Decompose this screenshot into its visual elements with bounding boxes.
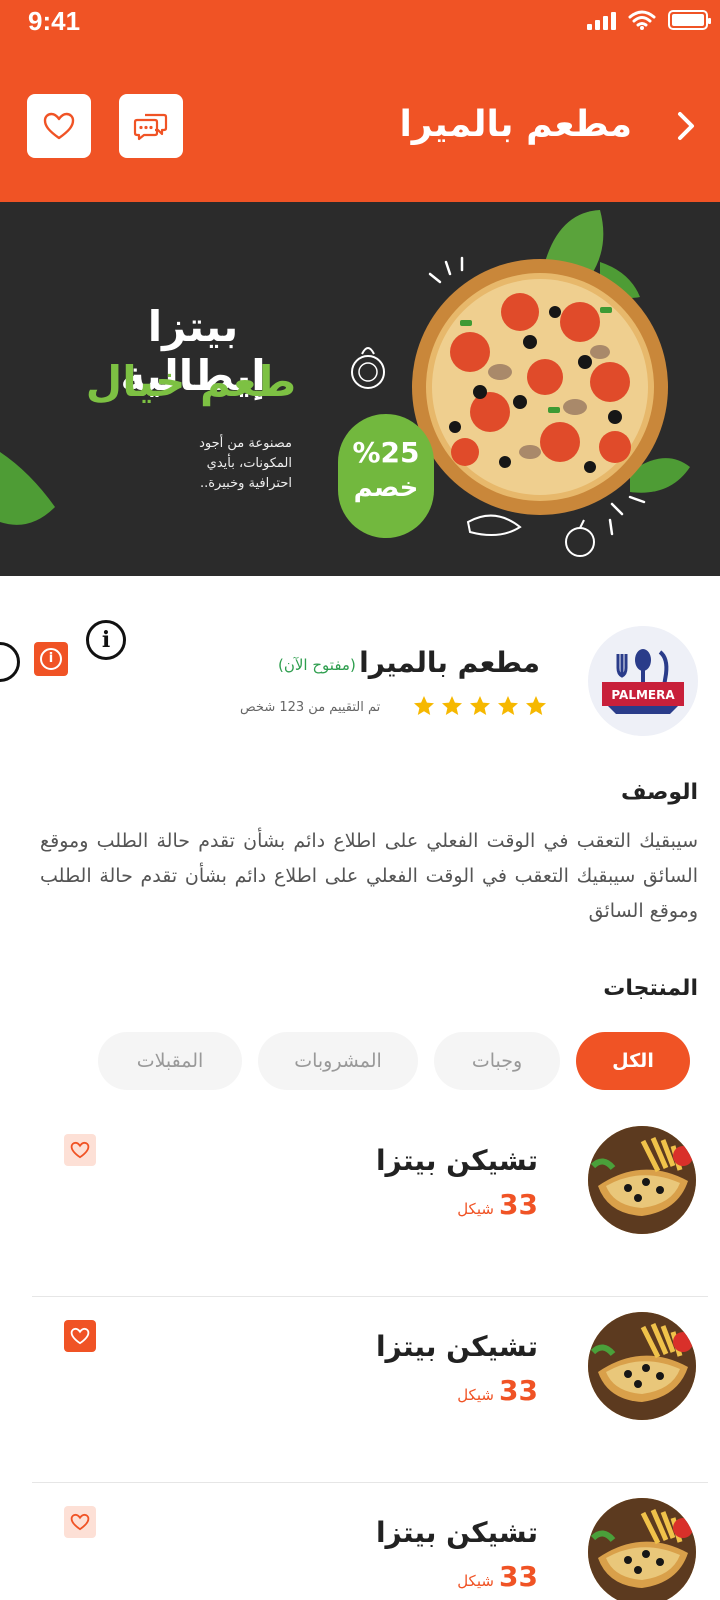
product-price: 33 شيكل [457, 1188, 538, 1221]
product-item[interactable]: تشيكن بيتزا 33 شيكل [32, 1298, 708, 1483]
logo-text: PALMERA [611, 688, 675, 702]
product-item[interactable]: تشيكن بيتزا 33 شيكل [32, 1484, 708, 1600]
product-price: 33 شيكل [457, 1374, 538, 1407]
discount-badge: %25 خصم [338, 414, 434, 538]
discount-percent: %25 [352, 436, 420, 469]
favorite-toggle[interactable] [64, 1134, 96, 1166]
heart-icon [70, 1513, 90, 1531]
price-amount: 33 [499, 1374, 538, 1407]
product-image [588, 1126, 696, 1234]
favorite-toggle[interactable] [64, 1506, 96, 1538]
heart-icon [43, 112, 75, 140]
restaurant-logo: PALMERA [588, 626, 698, 736]
back-chevron-icon[interactable] [672, 108, 700, 144]
promo-banner[interactable]: بيتزا إيطالية طعم خيال مصنوعة من أجود ال… [0, 202, 720, 576]
product-name: تشيكن بيتزا [375, 1144, 538, 1177]
info-button[interactable]: i [34, 642, 68, 676]
banner-subtitle: مصنوعة من أجود المكونات، بأيدي احترافية … [199, 436, 292, 491]
divider [32, 1482, 708, 1483]
chat-button[interactable] [119, 94, 183, 158]
page-title: مطعم بالميرا [399, 104, 632, 145]
status-time: 9:41 [28, 6, 81, 36]
chat-icon [133, 113, 168, 141]
product-item[interactable]: تشيكن بيتزا 33 شيكل [32, 1112, 708, 1297]
price-currency: شيكل [457, 1200, 494, 1218]
heart-icon [70, 1327, 90, 1345]
star-icon [470, 696, 490, 715]
banner-tagline: طعم خيال [85, 357, 297, 406]
divider [32, 1296, 708, 1297]
status-icons [587, 10, 711, 30]
product-name: تشيكن بيتزا [375, 1516, 538, 1549]
price-currency: شيكل [457, 1572, 494, 1590]
wifi-icon [628, 10, 656, 30]
favorite-button[interactable] [27, 94, 91, 158]
restaurant-name: مطعم بالميرا [359, 646, 540, 679]
price-currency: شيكل [457, 1386, 494, 1404]
description-text: سيبقيك التعقب في الوقت الفعلي على اطلاع … [40, 830, 698, 922]
product-price: 33 شيكل [457, 1560, 538, 1593]
signal-icon [587, 10, 616, 30]
rating-stars [412, 694, 548, 718]
discount-label: خصم [353, 473, 419, 503]
product-name: تشيكن بيتزا [375, 1330, 538, 1363]
tab-all[interactable]: الكل [576, 1032, 690, 1090]
products-title: المنتجات [603, 976, 698, 1001]
tab-appetizers[interactable]: المقبلات [98, 1032, 242, 1090]
price-amount: 33 [499, 1188, 538, 1221]
partial-circle-icon[interactable] [0, 642, 20, 682]
favorite-toggle[interactable] [64, 1320, 96, 1352]
info-icon[interactable]: i [86, 620, 126, 660]
star-icon [498, 696, 518, 715]
tab-meals[interactable]: وجبات [434, 1032, 560, 1090]
heart-icon [70, 1141, 90, 1159]
star-icon [442, 696, 462, 715]
app-header: 9:41 مطعم بالميرا [0, 0, 720, 202]
battery-icon [668, 10, 711, 30]
tab-drinks[interactable]: المشروبات [258, 1032, 418, 1090]
product-image [588, 1498, 696, 1600]
rating-count: تم التقييم من 123 شخص [240, 700, 381, 715]
category-tabs: الكل وجبات المشروبات المقبلات [98, 1032, 690, 1090]
product-image [588, 1312, 696, 1420]
star-icon [414, 696, 434, 715]
star-icon [526, 696, 546, 715]
price-amount: 33 [499, 1560, 538, 1593]
open-status: (مفتوح الآن) [278, 656, 356, 674]
info-small-icon: i [40, 648, 62, 670]
description-title: الوصف [620, 780, 698, 805]
